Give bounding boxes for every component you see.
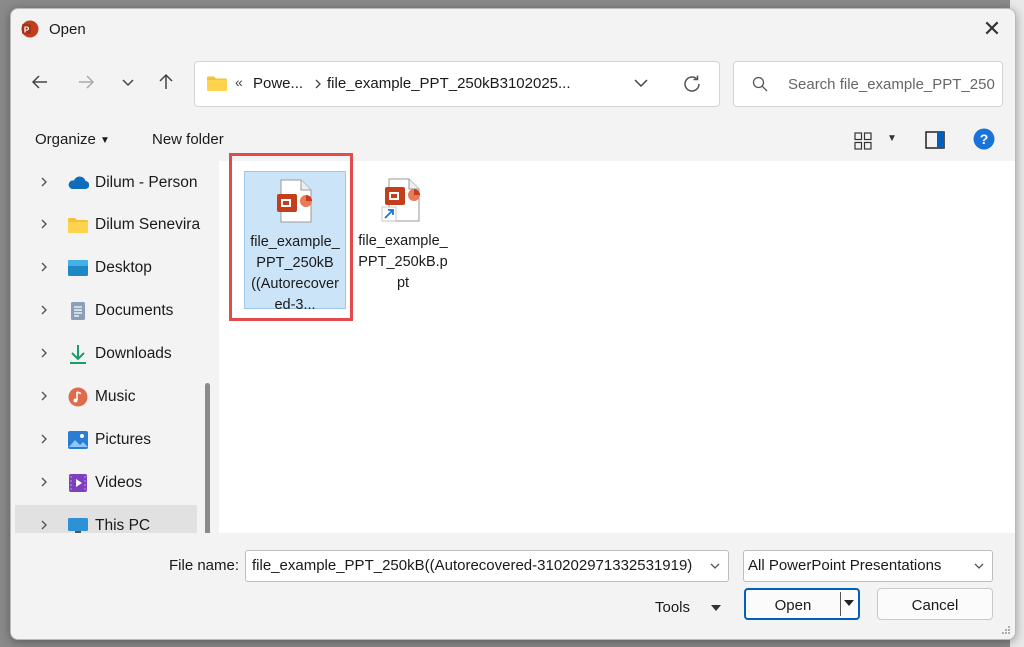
cancel-label: Cancel [911,597,959,614]
file-item[interactable]: file_example_PPT_250kB.ppt [353,171,453,307]
up-button[interactable] [151,67,181,97]
expand-chevron-icon[interactable] [37,518,51,532]
annotation-highlight-box [229,153,353,321]
sidebar-item-downloads[interactable]: Downloads [15,333,197,375]
back-button[interactable] [25,67,55,97]
sidebar-item-label: Documents [95,302,174,319]
sidebar-item-label: Dilum Senevira [95,216,201,233]
documents-icon [71,302,85,320]
split-divider [840,592,841,616]
organize-label: Organize [35,131,96,148]
sidebar-item-music[interactable]: Music [15,376,197,418]
sidebar-item-label: Dilum - Person [95,174,198,191]
open-label: Open [774,597,812,614]
desktop-icon [68,260,88,276]
sidebar-item-label: Downloads [95,345,172,362]
arrow-up-icon [159,73,173,89]
sidebar-item-onedrive[interactable]: Dilum - Person [15,162,198,204]
dialog-footer: File name: file_example_PPT_250kB((Autor… [11,533,1015,639]
search-box[interactable]: Search file_example_PPT_250... [733,61,1003,107]
chevron-down-icon[interactable] [708,559,722,573]
folder-icon [207,76,227,91]
videos-icon [69,474,87,492]
expand-chevron-icon[interactable] [37,303,51,317]
close-button[interactable]: ✕ [969,9,1015,49]
address-bar[interactable]: « Powe... file_example_PPT_250kB3102025.… [194,61,720,107]
preview-pane-icon[interactable] [925,131,945,149]
open-options-dropdown-icon[interactable] [844,600,854,608]
organize-button[interactable]: Organize ▼ [35,131,110,148]
sidebar-item-pictures[interactable]: Pictures [15,419,197,461]
search-icon [752,76,768,92]
new-folder-button[interactable]: New folder [152,131,224,148]
sidebar-item-user-folder[interactable]: Dilum Senevira [15,204,201,246]
breadcrumb-powerpoint[interactable]: Powe... [253,75,303,92]
recent-locations-button[interactable] [113,67,143,97]
powerpoint-app-icon: P [21,20,39,38]
pictures-icon [68,431,88,449]
navigation-bar: « Powe... file_example_PPT_250kB3102025.… [11,57,1015,111]
sidebar-item-label: Desktop [95,259,152,276]
computer-icon [68,518,88,533]
sidebar-item-label: Music [95,388,136,405]
arrow-right-icon [79,75,95,89]
file-name-field[interactable]: file_example_PPT_250kB((Autorecovered-31… [245,550,729,582]
expand-chevron-icon[interactable] [37,217,51,231]
folder-icon [68,218,88,233]
refresh-icon[interactable] [681,73,703,95]
navigation-pane: Dilum - Person Dilum Senevira Desktop Do… [11,161,219,533]
help-icon[interactable]: ? [973,128,995,150]
organize-dropdown-icon: ▼ [100,135,110,146]
command-bar: Organize ▼ New folder ▼ ? [11,119,1015,159]
title-bar: P Open ✕ [11,9,1015,49]
file-name-value[interactable]: file_example_PPT_250kB((Autorecovered-31… [252,557,702,574]
expand-chevron-icon[interactable] [37,389,51,403]
powerpoint-shortcut-icon [381,178,420,222]
open-file-dialog: P Open ✕ « Powe... file_example_PPT_250k… [10,8,1016,640]
music-icon [68,387,88,407]
expand-chevron-icon[interactable] [37,175,51,189]
sidebar-item-videos[interactable]: Videos [15,462,197,504]
sidebar-scrollbar[interactable] [205,383,210,533]
file-name-label: File name: [169,557,240,574]
file-type-select[interactable]: All PowerPoint Presentations [743,550,993,582]
expand-chevron-icon[interactable] [37,432,51,446]
expand-chevron-icon[interactable] [37,346,51,360]
tools-button[interactable]: Tools [655,599,690,616]
open-button[interactable]: Open [744,588,860,620]
address-history-chevron-icon[interactable] [631,73,651,93]
window-title: Open [49,21,86,38]
sidebar-item-label: Pictures [95,431,151,448]
cancel-button[interactable]: Cancel [877,588,993,620]
view-options-dropdown-icon[interactable]: ▼ [887,133,897,144]
file-type-value: All PowerPoint Presentations [748,557,942,574]
sidebar-item-label: This PC [95,517,151,533]
file-name: file_example_PPT_250kB.ppt [358,233,448,291]
view-grid-icon[interactable] [854,132,872,150]
sidebar-item-documents[interactable]: Documents [15,290,197,332]
expand-chevron-icon[interactable] [37,260,51,274]
resize-grip-icon[interactable] [1001,625,1011,635]
forward-button[interactable] [71,67,101,97]
sidebar-item-this-pc[interactable]: This PC [15,505,197,533]
svg-text:P: P [24,25,30,34]
address-overflow[interactable]: « [235,74,243,90]
expand-chevron-icon[interactable] [37,475,51,489]
arrow-left-icon [31,75,47,89]
tools-dropdown-icon[interactable] [711,605,721,613]
search-placeholder: Search file_example_PPT_250... [788,76,996,93]
svg-text:?: ? [980,131,989,147]
sidebar-item-desktop[interactable]: Desktop [15,247,197,289]
chevron-down-icon [974,563,984,569]
downloads-icon [70,345,86,364]
onedrive-cloud-icon [68,176,89,190]
breadcrumb-chevron-icon [315,79,321,89]
breadcrumb-folder[interactable]: file_example_PPT_250kB3102025... [327,75,571,92]
close-icon: ✕ [982,16,1002,41]
sidebar-item-label: Videos [95,474,143,491]
chevron-down-icon [122,79,134,87]
